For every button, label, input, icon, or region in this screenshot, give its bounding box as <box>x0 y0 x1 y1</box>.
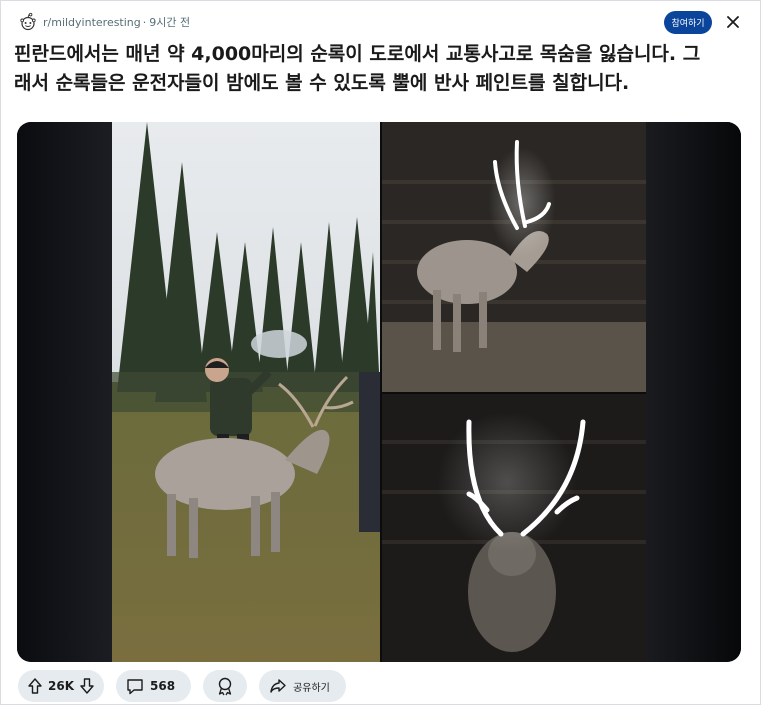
share-label: 공유하기 <box>293 682 330 694</box>
post-image[interactable] <box>17 122 741 662</box>
vote-count: 26K <box>48 679 74 693</box>
share-button[interactable]: 공유하기 <box>259 670 346 702</box>
subreddit-link[interactable]: r/mildyinteresting <box>43 16 141 29</box>
post-time: 9시간 전 <box>149 16 191 29</box>
comment-icon <box>127 678 143 694</box>
reindeer-photo-collage <box>17 122 741 662</box>
join-button[interactable]: 참여하기 <box>664 11 712 34</box>
reddit-alien-icon[interactable] <box>18 12 38 32</box>
award-button[interactable] <box>203 670 248 702</box>
comments-button[interactable]: 568 <box>116 670 192 702</box>
comment-count: 568 <box>150 679 176 693</box>
meta-separator: · <box>142 15 147 29</box>
vote-pill: 26K <box>18 670 104 702</box>
close-icon[interactable] <box>722 11 744 33</box>
award-icon <box>218 677 232 696</box>
post-title[interactable]: 핀란드에서는 매년 약 4,000마리의 순록이 도로에서 교통사고로 목숨을 … <box>14 40 714 98</box>
share-icon <box>270 679 286 693</box>
post-header: r/mildyinteresting · 9시간 전 <box>18 10 190 34</box>
downvote-icon[interactable] <box>80 678 94 694</box>
upvote-icon[interactable] <box>28 678 42 694</box>
post-actions: 26K 568 공유하기 <box>18 670 358 702</box>
